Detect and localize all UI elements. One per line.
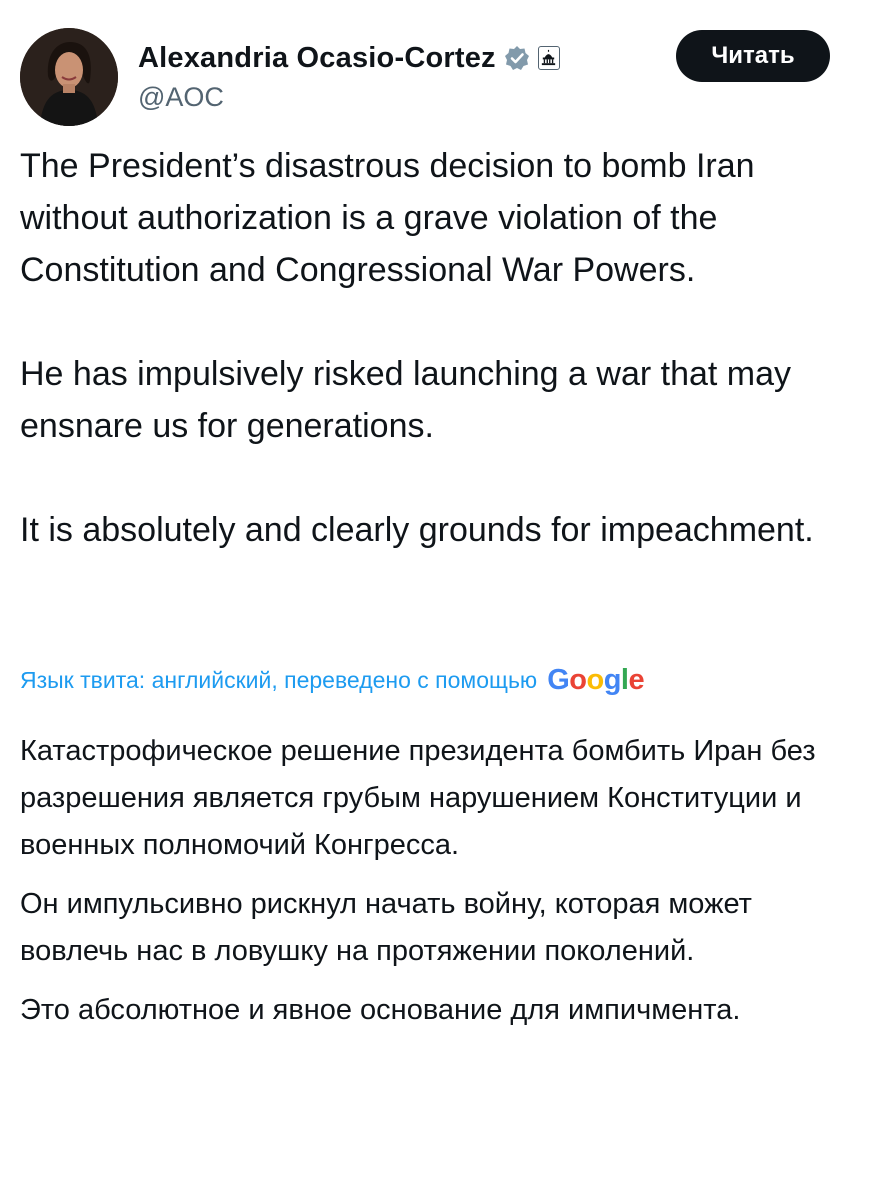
verified-badge-icon[interactable] bbox=[504, 45, 530, 71]
google-logo: Google bbox=[547, 663, 645, 696]
tweet-text: The President’s disastrous decision to b… bbox=[20, 140, 855, 556]
translation-paragraph: Катастрофическое решение президента бомб… bbox=[20, 735, 816, 861]
author-handle[interactable]: @AOC bbox=[138, 82, 224, 113]
us-capitol-icon[interactable] bbox=[537, 46, 560, 70]
follow-button[interactable]: Читать bbox=[676, 30, 830, 82]
avatar[interactable] bbox=[20, 28, 118, 126]
tweet-paragraph: He has impulsively risked launching a wa… bbox=[20, 355, 792, 445]
translated-text: Катастрофическое решение президента бомб… bbox=[20, 728, 855, 1034]
tweet-header: Alexandria Ocasio-Cortez @AOC Читать bbox=[0, 0, 869, 130]
author-name[interactable]: Alexandria Ocasio-Cortez bbox=[138, 42, 496, 75]
translation-paragraph: Это абсолютное и явное основание для имп… bbox=[20, 994, 741, 1026]
translation-label[interactable]: Язык твита: английский, переведено с пом… bbox=[20, 667, 537, 694]
tweet-paragraph: The President’s disastrous decision to b… bbox=[20, 147, 755, 289]
author-name-row: Alexandria Ocasio-Cortez bbox=[138, 40, 560, 76]
tweet-paragraph: It is absolutely and clearly grounds for… bbox=[20, 511, 814, 549]
profile-photo-icon bbox=[20, 28, 118, 126]
translation-paragraph: Он импульсивно рискнул начать войну, кот… bbox=[20, 888, 752, 967]
translation-attribution[interactable]: Язык твита: английский, переведено с пом… bbox=[20, 660, 855, 700]
